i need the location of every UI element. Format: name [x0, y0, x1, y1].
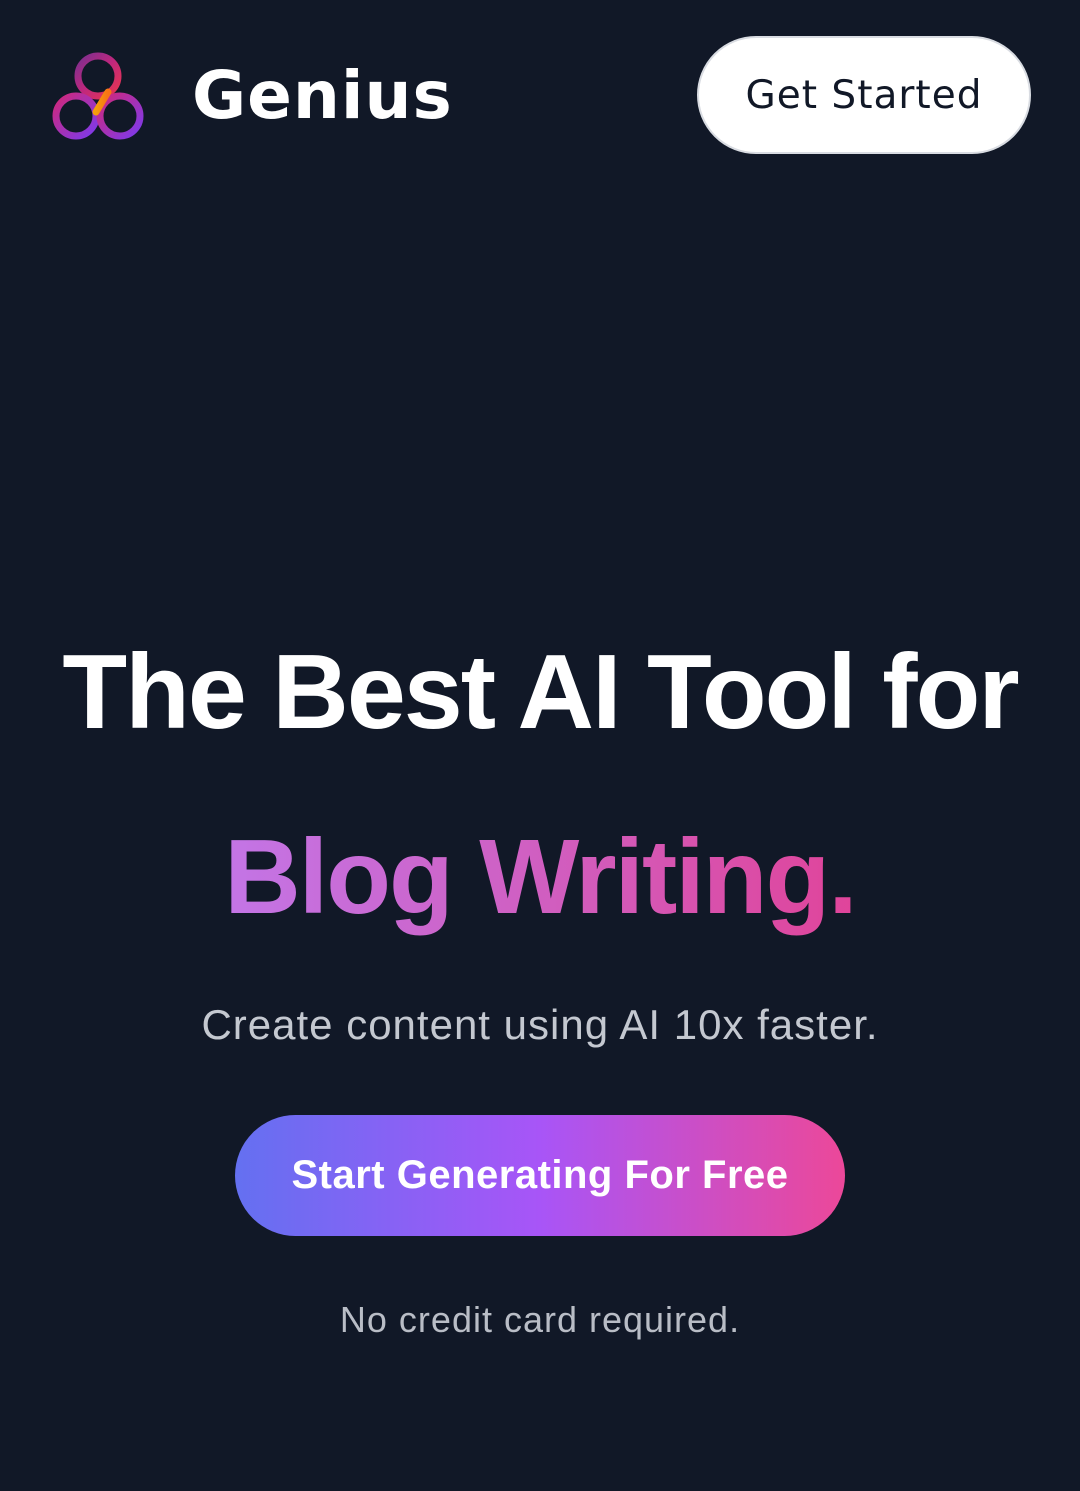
start-generating-button[interactable]: Start Generating For Free	[235, 1115, 845, 1236]
hero-subtitle: Create content using AI 10x faster.	[201, 1001, 879, 1048]
no-credit-card-note: No credit card required.	[339, 1299, 741, 1340]
hero-headline-line1: The Best AI Tool for	[62, 633, 1019, 751]
hero-headline-accent: Blog Writing.	[224, 818, 857, 936]
hero-headline-line2: Blog Writing.	[0, 812, 1080, 942]
brand-name: Genius	[192, 57, 453, 134]
brand-home-link[interactable]: Genius	[46, 46, 453, 146]
get-started-button[interactable]: Get Started	[697, 36, 1031, 154]
genius-logo-icon	[52, 52, 144, 140]
site-header: Genius Get Started	[0, 0, 1080, 190]
